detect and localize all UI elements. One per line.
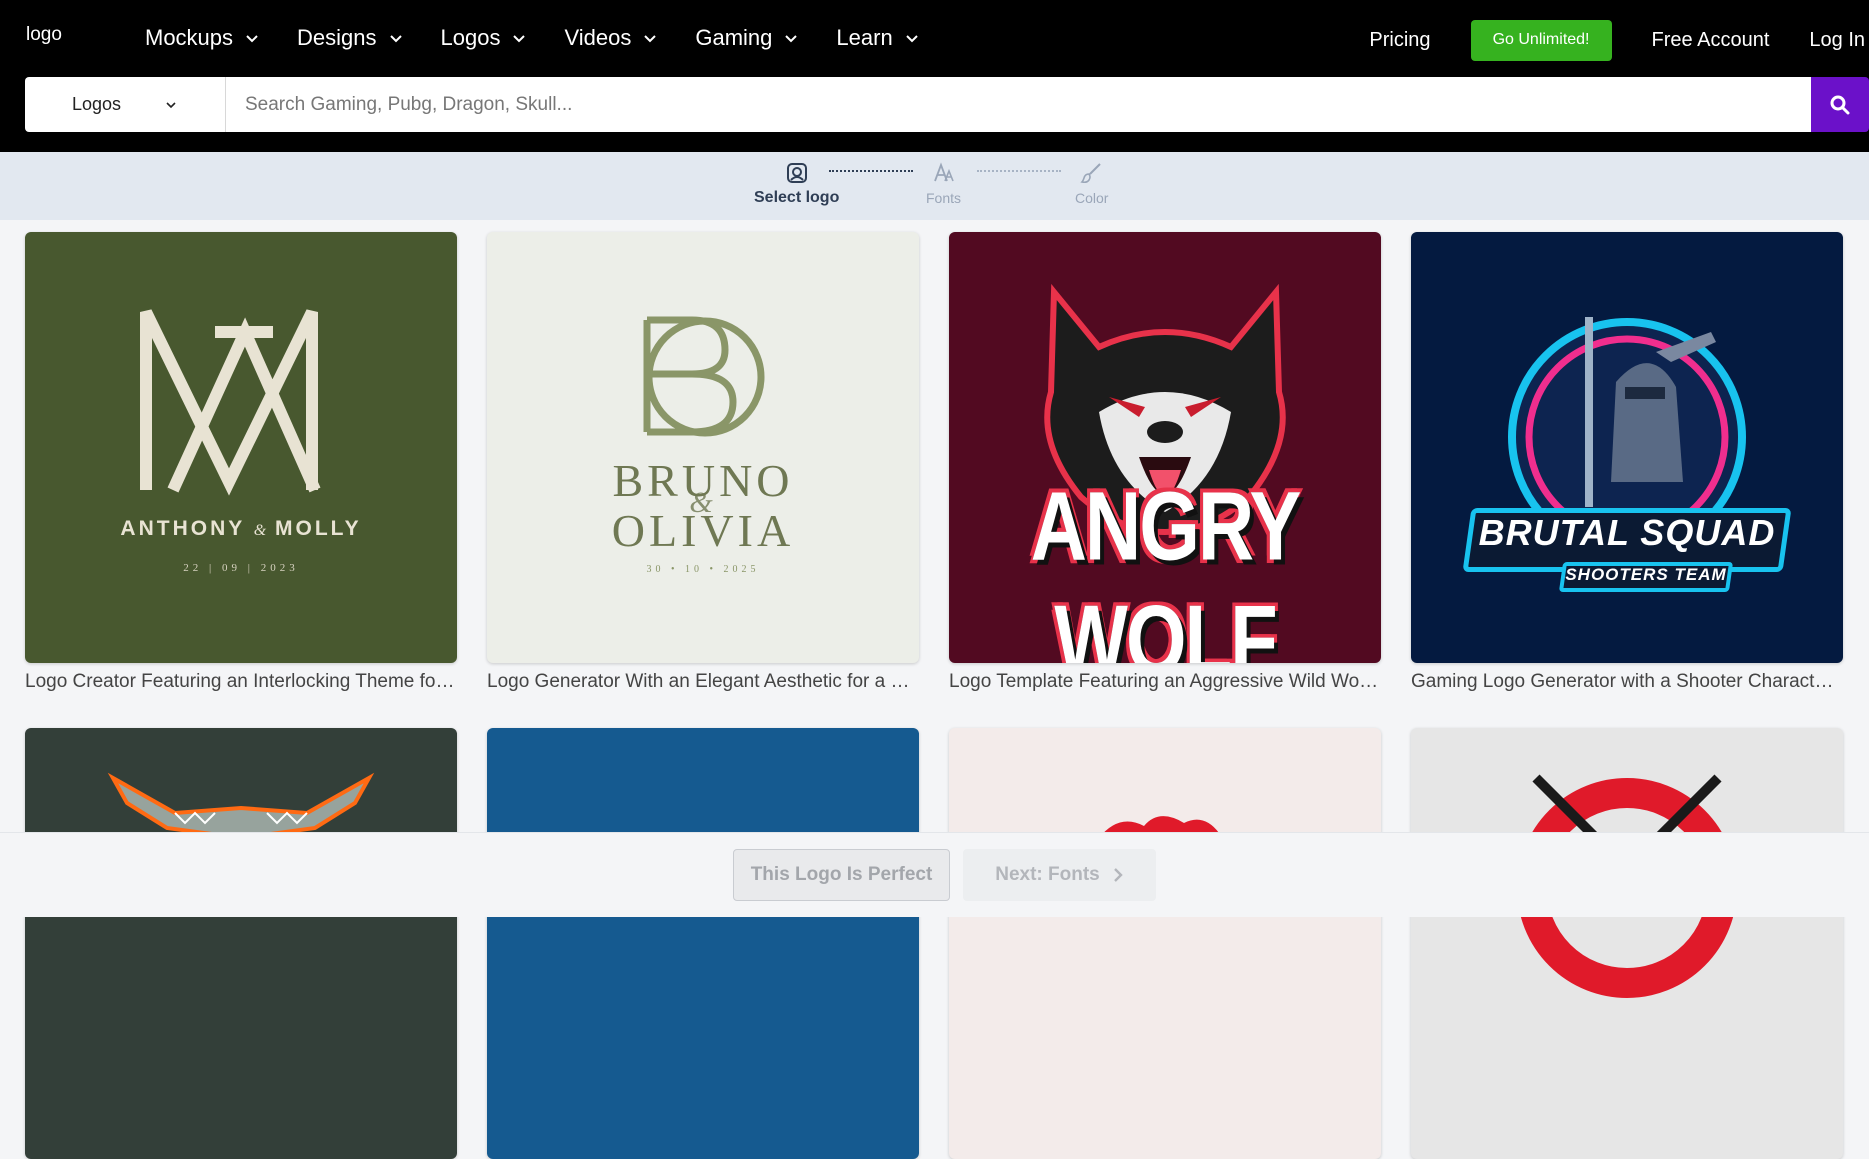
monogram-am-image: [140, 309, 321, 496]
red-splash-image: [1099, 816, 1219, 848]
nav-item-videos[interactable]: Videos: [564, 25, 657, 51]
logo-thumbnail: BRUTAL SQUAD SHOOTERS TEAM: [1411, 232, 1843, 663]
step-connector: [829, 170, 913, 172]
login-link[interactable]: Log In: [1809, 29, 1865, 52]
chevron-right-icon: [1113, 868, 1123, 882]
logo-thumbnail: BRUNO & OLIVIA 30 • 10 • 2025: [487, 232, 919, 663]
free-account-link[interactable]: Free Account: [1652, 29, 1770, 52]
chevron-down-icon: [246, 35, 258, 43]
site-logo[interactable]: logo: [26, 24, 62, 46]
go-unlimited-button[interactable]: Go Unlimited!: [1470, 19, 1612, 61]
squad-logo-subtitle: SHOOTERS TEAM: [1565, 565, 1727, 584]
crossed-guns-image: [1517, 774, 1737, 998]
nav-item-logos[interactable]: Logos: [441, 25, 527, 51]
logo-card[interactable]: [1411, 728, 1843, 1159]
squad-logo-title: BRUTAL SQUAD: [1478, 512, 1776, 553]
step-label: Fonts: [926, 190, 962, 206]
nav-item-label: Mockups: [145, 25, 234, 50]
logo-card[interactable]: BRUNO & OLIVIA 30 • 10 • 2025 Logo Gener…: [487, 232, 919, 693]
next-fonts-label: Next: Fonts: [995, 864, 1100, 885]
nav-item-mockups[interactable]: Mockups: [145, 25, 259, 51]
card-title: Logo Creator Featuring an Interlocking T…: [25, 671, 457, 692]
wedding-names: BRUNO & OLIVIA: [487, 456, 919, 556]
chevron-down-icon: [389, 35, 402, 43]
nav-item-label: Gaming: [695, 25, 773, 50]
step-label: Color: [1075, 190, 1109, 206]
chevron-down-icon: [166, 101, 176, 108]
logo-card[interactable]: [949, 728, 1381, 1159]
logo-card[interactable]: [25, 728, 457, 1159]
next-fonts-button[interactable]: Next: Fonts: [963, 849, 1156, 901]
font-icon: [933, 162, 954, 182]
chevron-down-icon: [513, 35, 526, 43]
brush-icon: [1080, 163, 1101, 184]
step-connector: [977, 170, 1061, 172]
logo-thumbnail: [1411, 728, 1843, 1159]
nav-item-designs[interactable]: Designs: [297, 25, 402, 51]
shooter-character-image: [1508, 317, 1746, 556]
search-category-select[interactable]: Logos: [25, 77, 226, 132]
search-input[interactable]: [226, 77, 1811, 132]
wedding-names: ANTHONY & MOLLY: [25, 517, 457, 541]
search-button[interactable]: [1811, 77, 1869, 132]
name-left: ANTHONY: [120, 517, 245, 540]
nav-item-gaming[interactable]: Gaming: [695, 25, 798, 51]
wedding-date: 30 • 10 • 2025: [646, 564, 760, 575]
step-color[interactable]: Color: [1075, 162, 1108, 206]
chevron-down-icon: [905, 35, 918, 43]
logo-card[interactable]: BRUTAL SQUAD SHOOTERS TEAM Gaming Logo G…: [1411, 232, 1843, 693]
pricing-link[interactable]: Pricing: [1369, 29, 1430, 52]
logo-thumbnail: [25, 728, 457, 1159]
nav-item-label: Logos: [440, 25, 501, 50]
wedding-date: 22 | 09 | 2023: [183, 562, 299, 574]
chevron-down-icon: [644, 35, 657, 43]
card-title: Gaming Logo Generator with a Shooter Cha…: [1411, 671, 1843, 692]
logo-select-icon: [786, 163, 807, 183]
logo-thumbnail: [949, 728, 1381, 1159]
wolf-logo-text: ANGRY WOLF: [1030, 470, 1302, 664]
logo-thumbnail: ANGRY WOLF: [949, 232, 1381, 663]
shark-rockets-image: [107, 772, 375, 841]
logo-thumbnail: ANTHONY & MOLLY 22 | 09 | 2023: [25, 232, 457, 663]
top-navigation: logo Mockups Designs Logos Videos Gaming…: [0, 0, 1869, 152]
logo-card[interactable]: ANTHONY & MOLLY 22 | 09 | 2023 Logo Crea…: [25, 232, 457, 693]
search-bar: Logos: [25, 77, 1869, 132]
logo-card[interactable]: [487, 728, 919, 1159]
card-title: Logo Generator With an Elegant Aesthetic…: [487, 671, 919, 692]
editor-action-bar: This Logo Is Perfect Next: Fonts: [0, 832, 1869, 917]
nav-item-learn[interactable]: Learn: [836, 25, 918, 51]
main-nav: Mockups Designs Logos Videos Gaming Lear…: [145, 25, 957, 51]
step-fonts[interactable]: Fonts: [926, 162, 961, 206]
nav-item-label: Videos: [564, 25, 632, 50]
chevron-down-icon: [785, 35, 798, 43]
account-nav: Pricing Go Unlimited! Free Account Log I…: [1369, 19, 1869, 61]
name-right: MOLLY: [275, 517, 362, 540]
ampersand: &: [253, 522, 267, 539]
nav-item-label: Learn: [836, 25, 893, 50]
this-logo-is-perfect-button[interactable]: This Logo Is Perfect: [733, 849, 950, 901]
search-icon: [1830, 95, 1850, 114]
step-select-logo[interactable]: Select logo: [754, 162, 839, 207]
search-category-value: Logos: [72, 94, 122, 114]
nav-item-label: Designs: [297, 25, 377, 50]
step-label: Select logo: [754, 189, 840, 206]
logo-editor-steps: Select logo Fonts Color: [0, 152, 1869, 220]
ampersand: &: [689, 486, 717, 519]
logo-card[interactable]: ANGRY WOLF Logo Template Featuring an Ag…: [949, 232, 1381, 693]
logo-thumbnail: [487, 728, 919, 1159]
monogram-bo-image: [643, 316, 765, 437]
card-title: Logo Template Featuring an Aggressive Wi…: [949, 671, 1381, 692]
